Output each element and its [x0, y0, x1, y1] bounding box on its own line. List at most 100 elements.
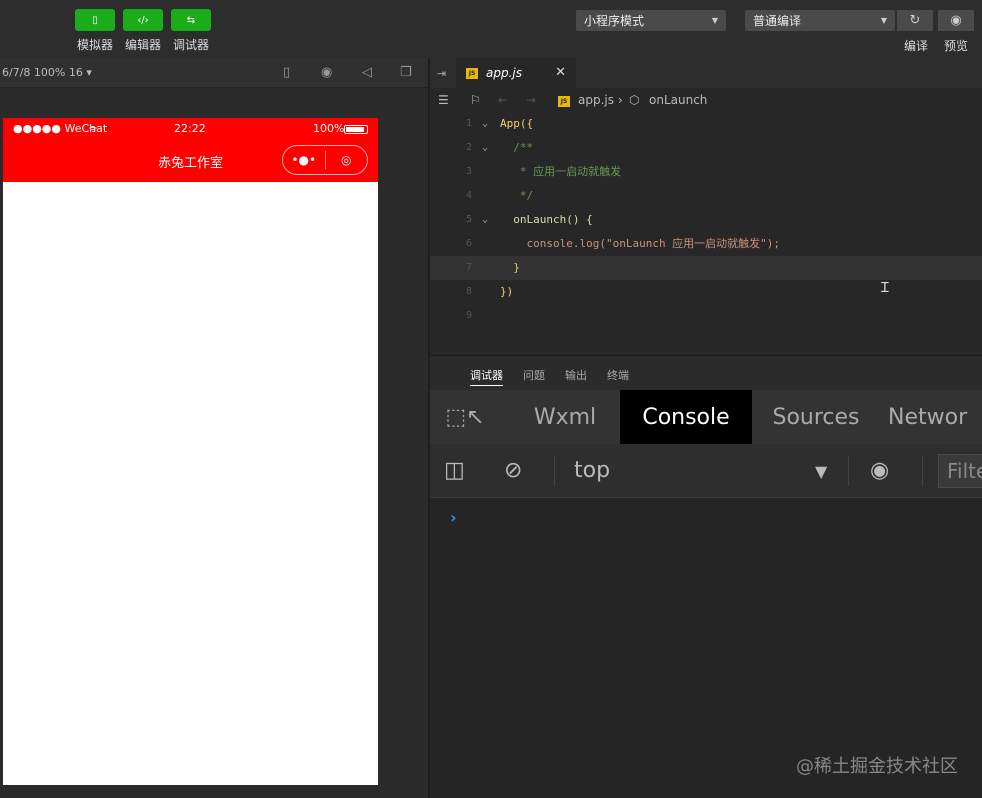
- line-number: 6: [465, 238, 472, 249]
- js-file-icon: JS: [466, 67, 478, 79]
- code-line: 9: [430, 304, 982, 328]
- status-time: 22:22: [174, 122, 206, 135]
- line-number: 8: [465, 286, 472, 297]
- code-text: */: [500, 189, 534, 202]
- editor-label: 编辑器: [124, 38, 161, 52]
- chevron-right-icon: ›: [618, 93, 623, 107]
- line-number: 9: [465, 310, 472, 321]
- sound-icon[interactable]: ◁: [362, 65, 372, 80]
- chevron-down-icon: ▼: [711, 16, 718, 25]
- more-icon[interactable]: •●•: [283, 153, 325, 167]
- toolbar-divider: [922, 456, 923, 486]
- code-line: 4 */: [430, 184, 982, 208]
- console-prompt-icon[interactable]: ›: [450, 508, 457, 527]
- code-line: 2 ⌄ /**: [430, 136, 982, 160]
- fold-icon[interactable]: ⌄: [482, 208, 488, 232]
- mode-select-value: 小程序模式: [584, 14, 645, 28]
- back-arrow-icon[interactable]: ←: [498, 93, 508, 107]
- line-number: 5: [465, 214, 472, 225]
- device-zoom-select[interactable]: 6/7/8 100% 16 ▾: [2, 66, 92, 79]
- filter-input[interactable]: Filte: [938, 454, 982, 488]
- window-icon[interactable]: ❐: [400, 65, 412, 80]
- top-toolbar: ▯ 模拟器 ‹/› 编辑器 ⇆ 调试器 小程序模式 ▼ 普通编译 ▼ ↻ ◉ 编…: [0, 0, 982, 58]
- simulator-panel: 6/7/8 100% 16 ▾ ▯ ◉ ◁ ❐ ●●●●● WeChat ᯤ 2…: [0, 58, 428, 798]
- editor-tool[interactable]: ‹/› 编辑器: [123, 9, 163, 53]
- phone-status-bar: ●●●●● WeChat ᯤ 22:22 100%: [3, 118, 378, 140]
- tab-label: app.js: [486, 66, 522, 80]
- toolbar-divider: [554, 456, 555, 486]
- close-target-icon[interactable]: ◎: [325, 153, 367, 167]
- close-icon[interactable]: ✕: [555, 65, 566, 80]
- toolbar-divider: [848, 456, 849, 486]
- forward-arrow-icon[interactable]: →: [526, 93, 536, 107]
- tab-terminal[interactable]: 终端: [607, 367, 629, 383]
- tab-output[interactable]: 输出: [565, 367, 587, 383]
- chevron-down-icon[interactable]: ▼: [815, 462, 827, 481]
- tab-network[interactable]: Networ: [888, 390, 982, 444]
- preview-button[interactable]: ◉: [938, 10, 974, 31]
- debug-icon[interactable]: ⇆: [171, 9, 211, 31]
- battery-text: 100%: [313, 122, 345, 135]
- tab-problems[interactable]: 问题: [523, 367, 545, 383]
- context-select[interactable]: top: [574, 458, 610, 483]
- line-number: 2: [465, 142, 472, 153]
- editor-tabs: ⇥ JS app.js ✕: [430, 58, 982, 88]
- bookmark-icon[interactable]: ⚐: [470, 93, 481, 107]
- compile-button[interactable]: ↻: [897, 10, 933, 31]
- record-icon[interactable]: ◉: [321, 65, 332, 80]
- debugger-tool[interactable]: ⇆ 调试器: [171, 9, 211, 53]
- simulator-tool[interactable]: ▯ 模拟器: [75, 9, 115, 53]
- tab-console[interactable]: Console: [620, 390, 752, 444]
- code-text: }): [500, 285, 514, 298]
- inspect-element-icon[interactable]: ⬚↖: [440, 390, 490, 444]
- chevron-down-icon: ▼: [880, 16, 887, 25]
- tab-wxml[interactable]: Wxml: [520, 390, 610, 444]
- preview-label: 预览: [944, 39, 969, 53]
- code-icon[interactable]: ‹/›: [123, 9, 163, 31]
- phone-icon[interactable]: ▯: [75, 9, 115, 31]
- eye-icon: ◉: [950, 13, 962, 28]
- compile-select[interactable]: 普通编译 ▼: [745, 10, 895, 31]
- device-icon[interactable]: ▯: [283, 65, 290, 80]
- code-line: 8 }): [430, 280, 982, 304]
- compile-label: 编译: [904, 39, 929, 53]
- tab-sources[interactable]: Sources: [762, 390, 870, 444]
- code-line: 1 ⌄ App({: [430, 112, 982, 136]
- mode-select[interactable]: 小程序模式 ▼: [576, 10, 726, 31]
- refresh-icon: ↻: [909, 13, 921, 28]
- code-editor: ⇥ JS app.js ✕ ☰ ⚐ ← → JS app.js › ⬡ onLa…: [430, 58, 982, 356]
- outline-icon[interactable]: ☰: [438, 93, 449, 107]
- breadcrumb-file[interactable]: app.js: [578, 93, 614, 107]
- breadcrumb: ☰ ⚐ ← → JS app.js › ⬡ onLaunch: [438, 93, 708, 107]
- compile-select-value: 普通编译: [753, 14, 802, 28]
- sidebar-toggle-icon[interactable]: ◫: [444, 458, 465, 483]
- tab-debugger[interactable]: 调试器: [470, 367, 503, 386]
- collapse-sidebar-icon[interactable]: ⇥: [437, 67, 446, 80]
- code-area[interactable]: 1 ⌄ App({ 2 ⌄ /** 3 * 应用一启动就触发 4 */ 5 ⌄ …: [430, 112, 982, 328]
- capsule-menu[interactable]: •●• ◎: [282, 145, 368, 175]
- debug-panel: 调试器 问题 输出 终端 ⬚↖ Wxml Console Sources Net…: [430, 356, 982, 798]
- tab-app-js[interactable]: JS app.js ✕: [456, 58, 576, 88]
- eye-icon[interactable]: ◉: [870, 458, 889, 483]
- watermark: @稀土掘金技术社区: [796, 756, 958, 777]
- fold-icon[interactable]: ⌄: [482, 112, 488, 136]
- phone-screen: ●●●●● WeChat ᯤ 22:22 100% 赤兔工作室 •●• ◎: [3, 118, 378, 785]
- line-number: 1: [465, 118, 472, 129]
- code-line: 6 console.log("onLaunch 应用一启动就触发");: [430, 232, 982, 256]
- clear-console-icon[interactable]: ⊘: [504, 458, 522, 483]
- code-line: 3 * 应用一启动就触发: [430, 160, 982, 184]
- code-line: 5 ⌄ onLaunch() {: [430, 208, 982, 232]
- breadcrumb-symbol[interactable]: onLaunch: [649, 93, 707, 107]
- code-text: console.log("onLaunch 应用一启动就触发");: [500, 237, 781, 250]
- code-text: }: [500, 261, 520, 274]
- simulator-label: 模拟器: [76, 38, 113, 52]
- battery-icon: [344, 125, 368, 134]
- phone-nav-bar: 赤兔工作室 •●• ◎: [3, 140, 378, 182]
- line-number: 3: [465, 166, 472, 177]
- text-cursor-icon: Ɪ: [881, 280, 889, 296]
- code-text: App({: [500, 117, 534, 130]
- fold-icon[interactable]: ⌄: [482, 136, 488, 160]
- debug-tabs: 调试器 问题 输出 终端: [430, 356, 982, 390]
- debugger-label: 调试器: [172, 38, 209, 52]
- method-icon: ⬡: [629, 93, 640, 107]
